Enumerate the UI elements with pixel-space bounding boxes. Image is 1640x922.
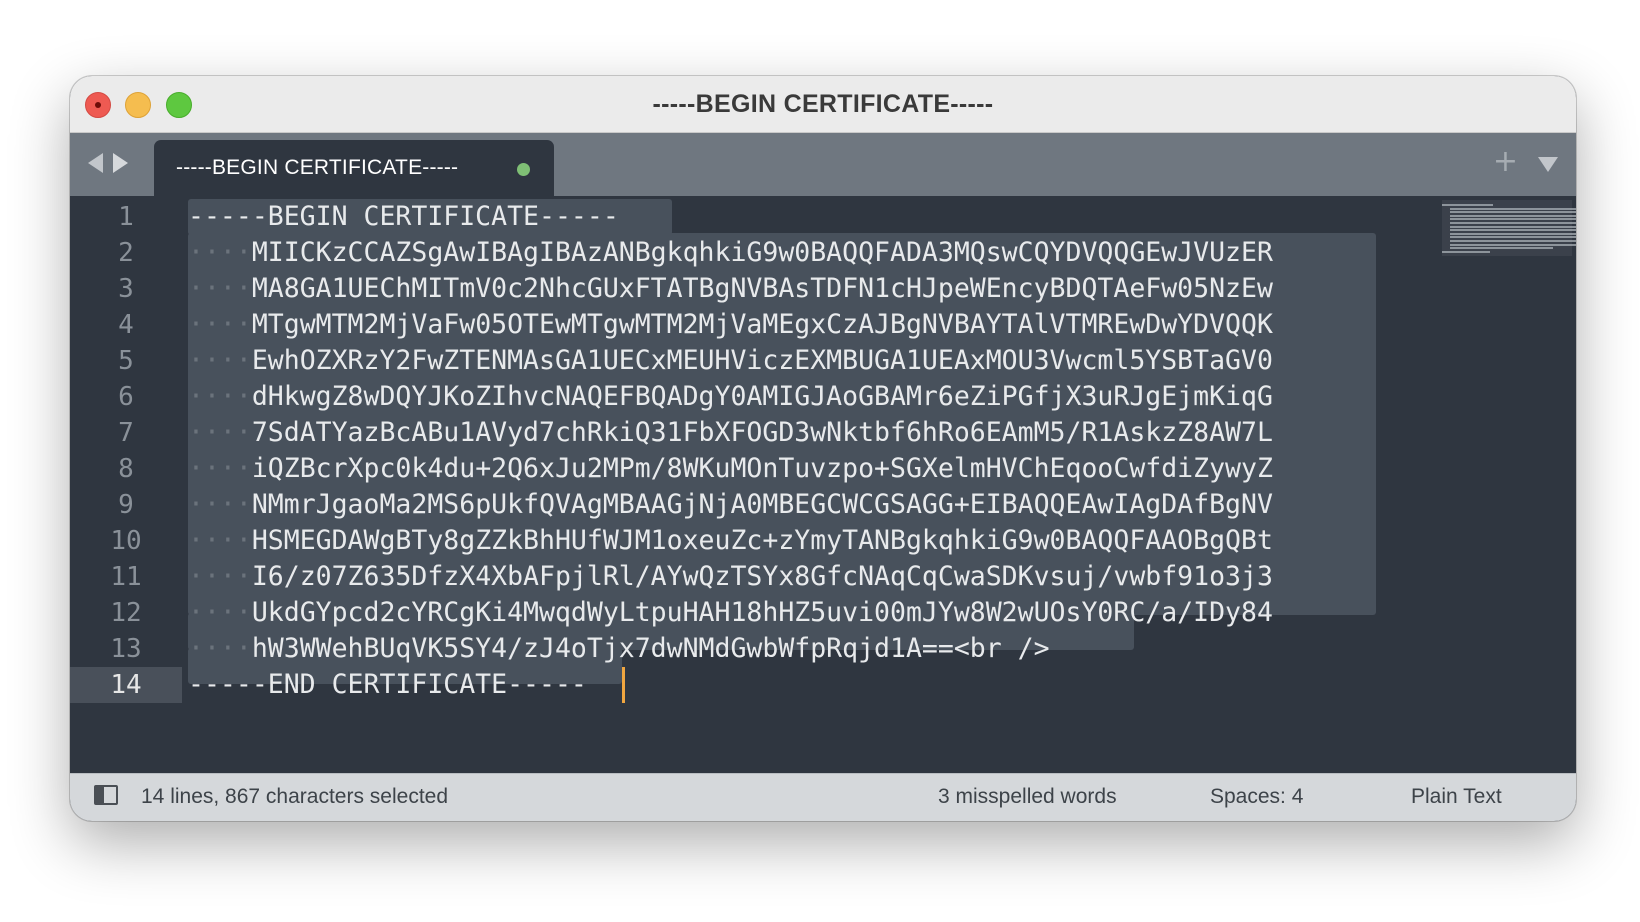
indent-whitespace: ···· [188,453,252,484]
code-line[interactable]: ····MTgwMTM2MjVaFw05OTEwMTgwMTM2MjVaMEgx… [188,307,1273,343]
window-title: -----BEGIN CERTIFICATE----- [652,90,994,118]
code-line[interactable]: ····7SdATYazBcABu1AVyd7chRkiQ31FbXFOGD3w… [188,415,1273,451]
code-text: -----BEGIN CERTIFICATE----- [188,201,619,232]
minimap-line [1442,204,1494,206]
code-text: NMmrJgaoMa2MS6pUkfQVAgMBAAGjNjA0MBEGCWCG… [251,489,1273,520]
minimap-line [1450,229,1576,232]
status-bar: 14 lines, 867 characters selected 3 miss… [70,773,1576,821]
selection-status: 14 lines, 867 characters selected [141,785,449,808]
code-text: MTgwMTM2MjVaFw05OTEwMTgwMTM2MjVaMEgxCzAJ… [251,309,1273,340]
line-number: 2 [118,238,134,268]
line-number: 8 [118,454,134,484]
minimap-line [1450,214,1576,217]
indent-whitespace: ···· [188,381,252,412]
code-line[interactable]: ····dHkwgZ8wDQYJKoZIhvcNAQEFBQADgY0AMIGJ… [188,379,1273,415]
text-cursor [622,667,625,703]
line-number: 9 [118,490,134,520]
line-number: 1 [118,202,134,232]
line-number: 13 [110,634,142,664]
unsaved-indicator-icon[interactable] [517,163,530,176]
back-arrow-icon[interactable] [88,153,103,173]
minimap-line [1442,250,1490,253]
indent-whitespace: ···· [188,561,252,592]
indent-whitespace: ···· [188,525,252,556]
code-text: MA8GA1UEChMITmV0c2NhcGUxFTATBgNVBAsTDFN1… [251,273,1273,304]
syntax-status[interactable]: Plain Text [1411,785,1502,809]
line-number: 3 [118,274,134,304]
forward-arrow-icon[interactable] [113,153,128,173]
indent-whitespace: ···· [188,489,252,520]
indentation-status[interactable]: Spaces: 4 [1210,785,1303,809]
indent-whitespace: ···· [188,345,252,376]
line-number-gutter: 1 2 3 4 5 6 7 8 9 10 11 12 13 14 [70,196,182,774]
plus-icon[interactable]: + [1493,147,1518,177]
line-number: 12 [110,598,142,628]
minimap-line [1450,247,1553,250]
code-line[interactable]: -----END CERTIFICATE----- [188,667,587,703]
minimap-line [1450,207,1576,210]
tab-label: -----BEGIN CERTIFICATE----- [176,156,459,179]
minimap-line [1450,211,1576,214]
code-line[interactable]: ····hW3WWehBUqVK5SY4/zJ4oTjx7dwNMdGwbWfp… [188,631,1050,667]
spelling-status[interactable]: 3 misspelled words [938,785,1117,809]
code-text: EwhOZXRzY2FwZTENMAsGA1UECxMEUHViczEXMBUG… [251,345,1273,376]
line-number: 11 [110,562,142,592]
code-text: UkdGYpcd2cYRCgKi4MwqdWyLtpuHAH18hHZ5uvi0… [251,597,1273,628]
line-number: 5 [118,346,134,376]
tab-bar: -----BEGIN CERTIFICATE----- + [70,133,1576,196]
title-bar: -----BEGIN CERTIFICATE----- [70,76,1576,133]
minimap-line [1450,240,1576,242]
minimap-line [1450,222,1576,224]
code-line[interactable]: -----BEGIN CERTIFICATE----- [188,199,619,235]
code-line[interactable]: ····MA8GA1UEChMITmV0c2NhcGUxFTATBgNVBAsT… [188,271,1273,307]
indent-whitespace: ···· [188,597,252,628]
code-text: MIICKzCCAZSgAwIBAgIBAzANBgkqhkiG9w0BAQQF… [251,237,1273,268]
line-number: 14 [70,667,182,703]
minimap[interactable] [1442,200,1576,256]
line-number: 7 [118,418,134,448]
editor-pane[interactable]: 1 2 3 4 5 6 7 8 9 10 11 12 13 14 -----BEGIN CERTIFICA… [70,196,1576,774]
code-text: iQZBcrXpc0k4du+2Q6xJu2MPm/8WKuMOnTuvzpo+… [251,453,1273,484]
line-number: 4 [118,310,134,340]
indent-whitespace: ···· [188,237,252,268]
minimap-line [1450,225,1576,228]
dropdown-icon[interactable] [1538,157,1558,172]
code-text: I6/z07Z635DfzX4XbAFpjlRl/AYwQzTSYx8GfcNA… [251,561,1273,592]
code-line[interactable]: ····EwhOZXRzY2FwZTENMAsGA1UECxMEUHViczEX… [188,343,1273,379]
line-number: 6 [118,382,134,412]
tab-certificate[interactable]: -----BEGIN CERTIFICATE----- [154,140,554,196]
indent-whitespace: ···· [188,633,252,664]
code-area[interactable]: -----BEGIN CERTIFICATE----- ····MIICKzCCA… [188,196,1436,774]
indent-whitespace: ···· [188,309,252,340]
code-line[interactable]: ····HSMEGDAWgBTy8gZZkBhHUfWJM1oxeuZc+zYm… [188,523,1273,559]
minimap-line [1450,232,1576,235]
code-text: dHkwgZ8wDQYJKoZIhvcNAQEFBQADgY0AMIGJAoGB… [251,381,1273,412]
minimap-line [1450,218,1576,221]
code-line[interactable]: ····MIICKzCCAZSgAwIBAgIBAzANBgkqhkiG9w0B… [188,235,1273,271]
code-line[interactable]: ····I6/z07Z635DfzX4XbAFpjlRl/AYwQzTSYx8G… [188,559,1273,595]
code-text: -----END CERTIFICATE----- [188,669,587,700]
code-line[interactable]: ····NMmrJgaoMa2MS6pUkfQVAgMBAAGjNjA0MBEG… [188,487,1273,523]
editor-window: -----BEGIN CERTIFICATE----- -----BEGIN C… [70,76,1576,821]
code-text: 7SdATYazBcABu1AVyd7chRkiQ31FbXFOGD3wNktb… [251,417,1273,448]
tab-navigation [88,153,128,173]
code-line[interactable]: ····UkdGYpcd2cYRCgKi4MwqdWyLtpuHAH18hHZ5… [188,595,1273,631]
code-text: hW3WWehBUqVK5SY4/zJ4oTjx7dwNMdGwbWfpRqjd… [251,633,1050,664]
code-line[interactable]: ····iQZBcrXpc0k4du+2Q6xJu2MPm/8WKuMOnTuv… [188,451,1273,487]
code-text: HSMEGDAWgBTy8gZZkBhHUfWJM1oxeuZc+zYmyTAN… [251,525,1273,556]
sidebar-toggle-icon[interactable] [94,785,118,805]
indent-whitespace: ···· [188,273,252,304]
minimap-line [1450,236,1576,239]
line-number: 10 [110,526,142,556]
indent-whitespace: ···· [188,417,252,448]
minimap-line [1450,243,1576,246]
